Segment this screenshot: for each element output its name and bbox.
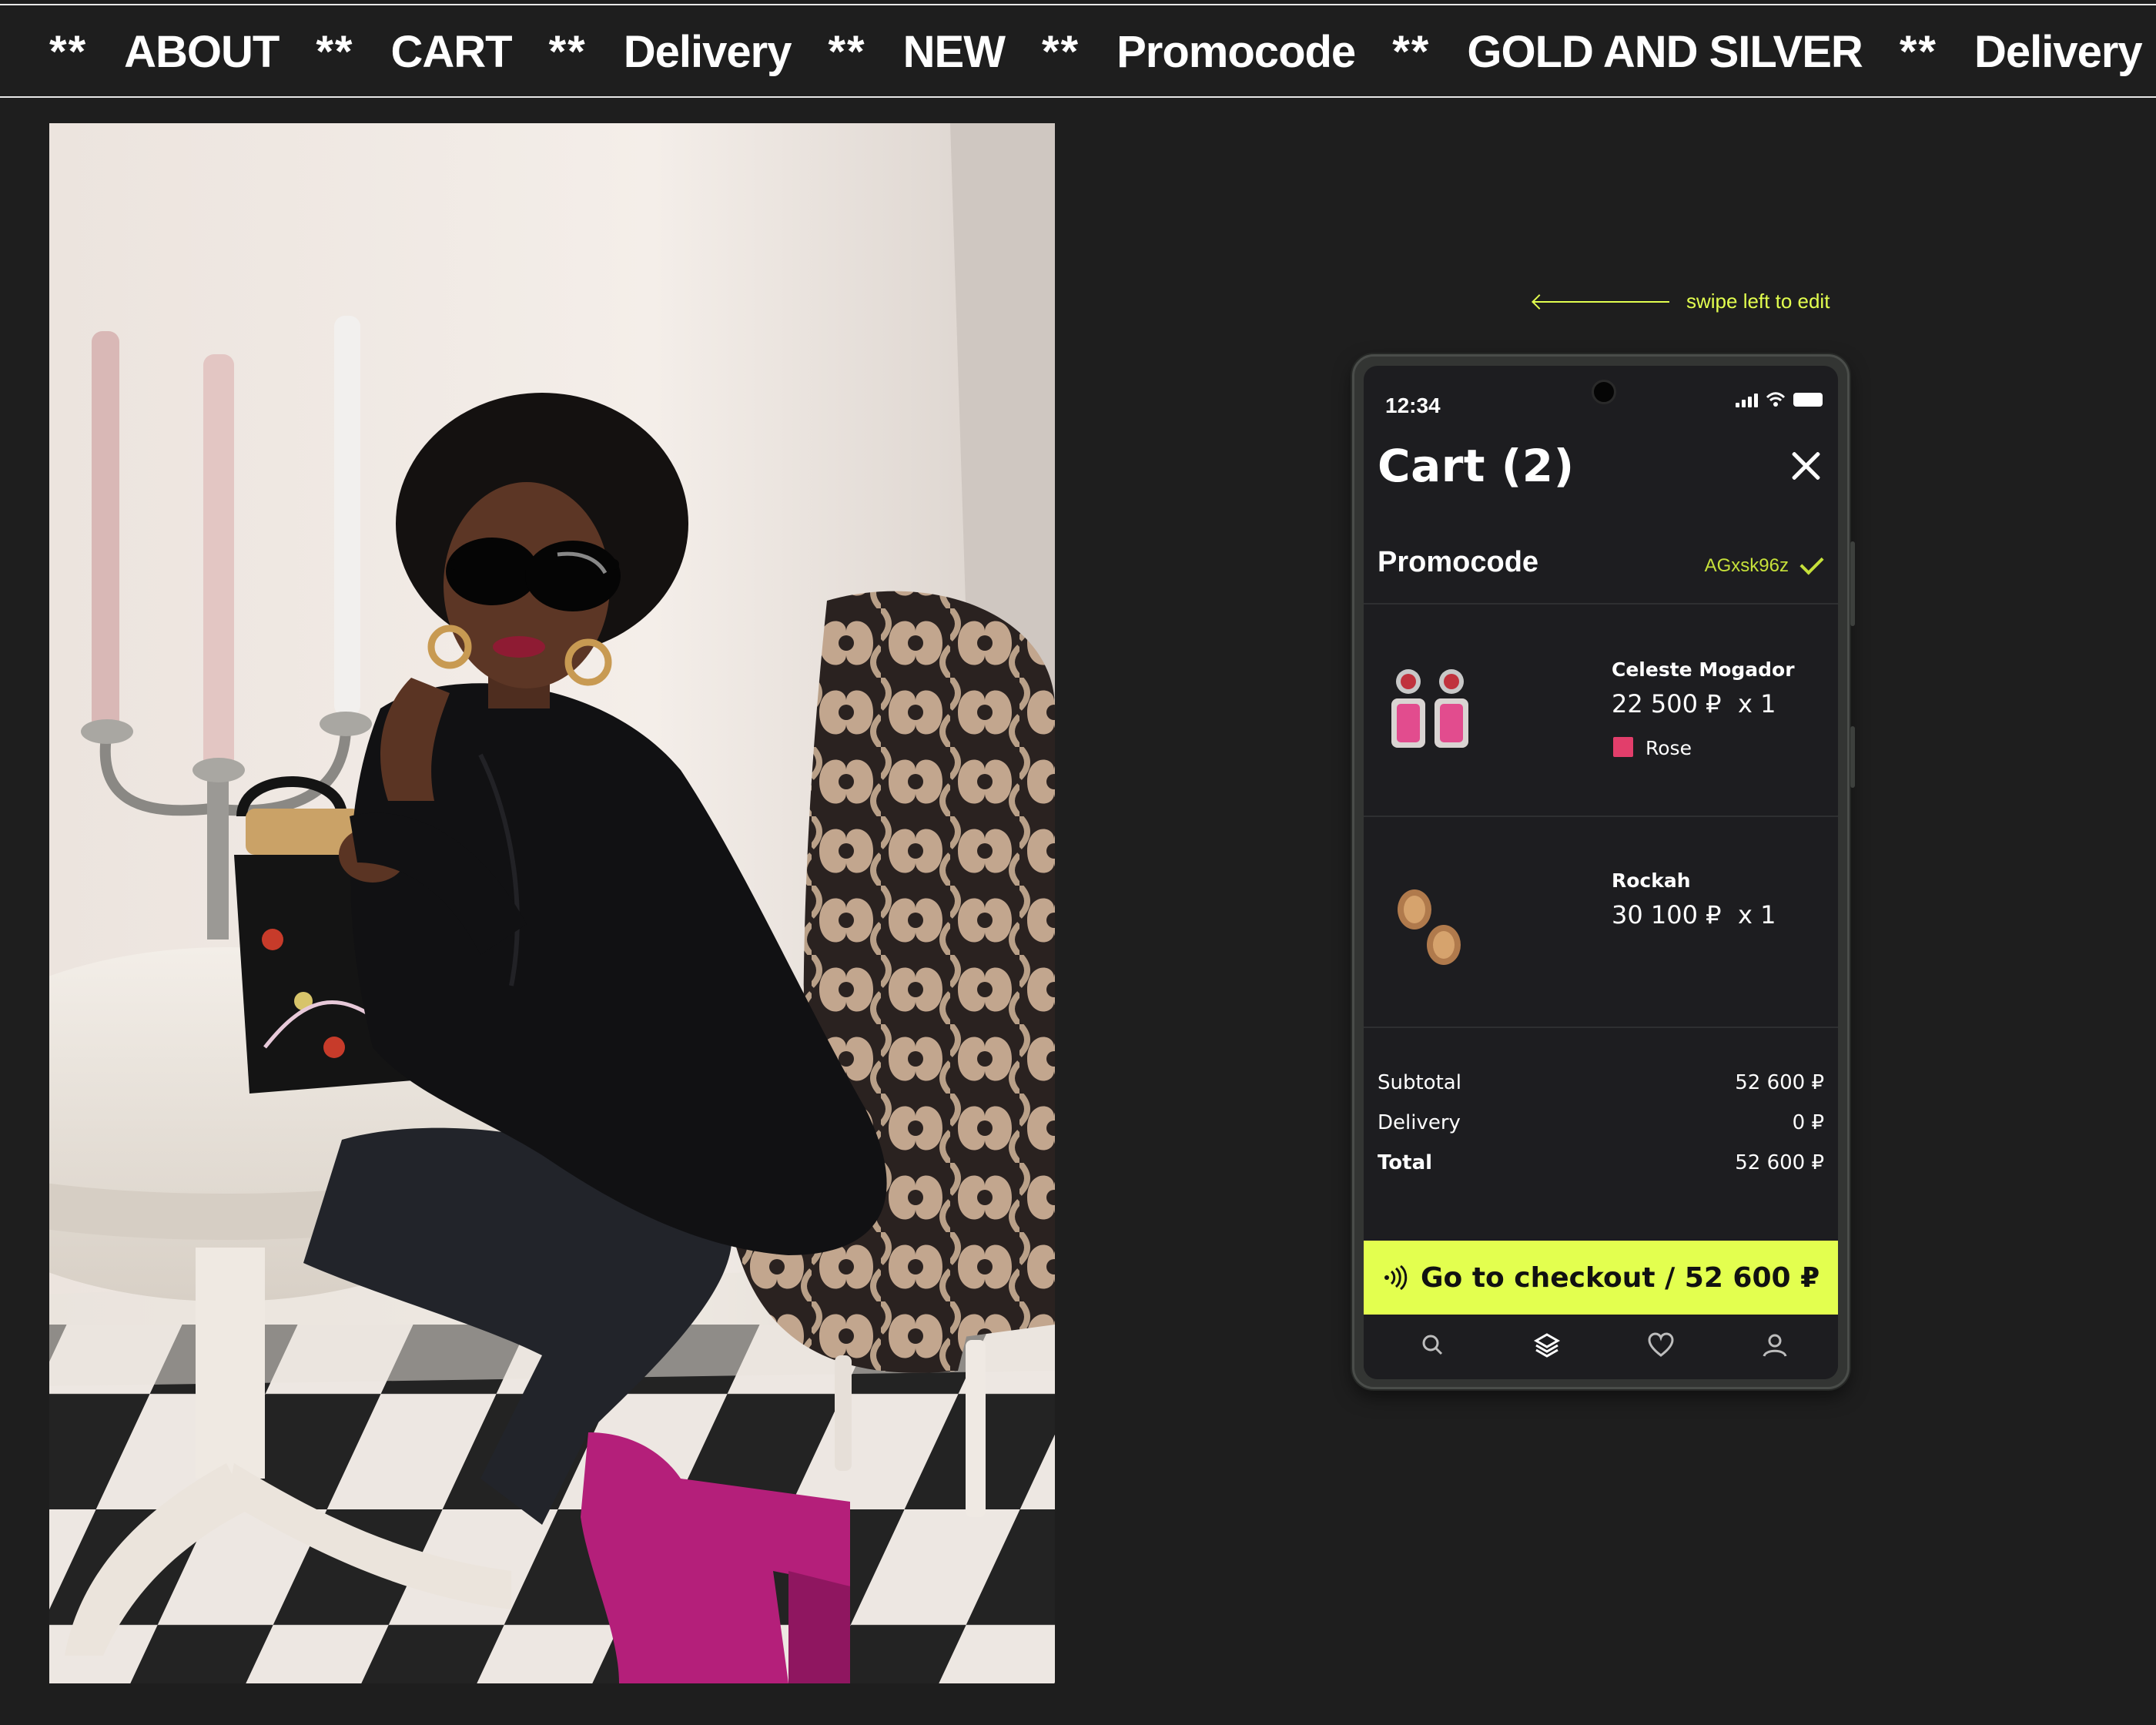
cart-item[interactable]: Rockah 30 100 ₽ x 1	[1364, 817, 1838, 1028]
layers-icon[interactable]	[1532, 1330, 1562, 1361]
tab-bar	[1364, 1315, 1838, 1379]
phone-side-button	[1850, 726, 1855, 788]
item-name: Celeste Mogador	[1612, 658, 1795, 681]
check-icon	[1799, 551, 1824, 575]
swipe-hint-text: swipe left to edit	[1686, 290, 1830, 313]
search-icon[interactable]	[1418, 1330, 1448, 1361]
profile-icon[interactable]	[1759, 1330, 1790, 1361]
nav-delivery-repeat[interactable]: Delivery	[1974, 25, 2143, 79]
delivery-row: Delivery 0 ₽	[1378, 1111, 1824, 1142]
subtotal-label: Subtotal	[1378, 1071, 1461, 1094]
color-label: Rose	[1645, 737, 1692, 759]
close-icon[interactable]	[1790, 451, 1821, 481]
heart-icon[interactable]	[1645, 1330, 1676, 1361]
fashion-photo-illustration	[49, 123, 1055, 1683]
earring-thumbnail	[1391, 669, 1468, 748]
contactless-icon	[1384, 1264, 1408, 1291]
status-time: 12:34	[1385, 394, 1441, 417]
nav-cart[interactable]: CART	[391, 25, 513, 79]
item-quantity: x 1	[1738, 900, 1776, 929]
subtotal-value: 52 600 ₽	[1735, 1071, 1824, 1094]
promocode-label: Promocode	[1378, 546, 1539, 578]
color-swatch	[1613, 737, 1633, 757]
fashion-photo	[49, 123, 1055, 1683]
swipe-hint: swipe left to edit	[1532, 290, 1830, 313]
total-row: Total 52 600 ₽	[1378, 1151, 1824, 1182]
marquee-separator: **	[316, 27, 354, 77]
item-price: 22 500 ₽	[1612, 689, 1722, 718]
subtotal-row: Subtotal 52 600 ₽	[1378, 1071, 1824, 1102]
signal-icon	[1736, 392, 1758, 407]
arrow-left-icon	[1532, 293, 1671, 310]
nav-gold-and-silver[interactable]: GOLD AND SILVER	[1467, 25, 1863, 79]
camera-icon	[1592, 380, 1616, 404]
checkout-button[interactable]: Go to checkout / 52 600 ₽	[1364, 1241, 1838, 1315]
marquee-separator: **	[828, 27, 866, 77]
nav-delivery[interactable]: Delivery	[624, 25, 792, 79]
marquee-track: ** ABOUT ** CART ** Delivery ** NEW ** P…	[49, 25, 2156, 79]
cart-title: Cart (2)	[1378, 440, 1575, 492]
item-price: 30 100 ₽	[1612, 900, 1722, 929]
delivery-value: 0 ₽	[1792, 1111, 1824, 1134]
nav-promocode[interactable]: Promocode	[1116, 25, 1356, 79]
nav-about[interactable]: ABOUT	[124, 25, 280, 79]
promocode-value: AGxsk96z	[1704, 555, 1789, 576]
total-value: 52 600 ₽	[1735, 1151, 1824, 1174]
earring-thumbnail	[1398, 889, 1461, 965]
phone-mockup: 12:34 Cart (2) Promocode AGxsk96z Celest…	[1352, 354, 1855, 1389]
marquee-separator: **	[49, 27, 88, 77]
phone-screen: 12:34 Cart (2) Promocode AGxsk96z Celest…	[1364, 366, 1838, 1379]
promocode-row[interactable]: Promocode AGxsk96z	[1364, 520, 1838, 605]
wifi-icon	[1766, 392, 1786, 407]
checkout-label: Go to checkout / 52 600 ₽	[1421, 1261, 1820, 1294]
item-name: Rockah	[1612, 869, 1691, 892]
marquee-nav: ** ABOUT ** CART ** Delivery ** NEW ** P…	[0, 4, 2156, 98]
marquee-separator: **	[1041, 27, 1080, 77]
delivery-label: Delivery	[1378, 1111, 1461, 1134]
status-bar: 12:34	[1364, 366, 1838, 418]
cart-item[interactable]: Celeste Mogador 22 500 ₽ x 1 Rose	[1364, 606, 1838, 817]
page: ** ABOUT ** CART ** Delivery ** NEW ** P…	[0, 0, 2156, 1725]
nav-new[interactable]: NEW	[903, 25, 1006, 79]
battery-icon	[1793, 393, 1823, 407]
status-icons	[1736, 392, 1823, 407]
phone-side-button	[1850, 541, 1855, 626]
total-label: Total	[1378, 1151, 1433, 1174]
marquee-separator: **	[548, 27, 587, 77]
marquee-separator: **	[1392, 27, 1431, 77]
item-quantity: x 1	[1738, 689, 1776, 718]
marquee-separator: **	[1899, 27, 1937, 77]
